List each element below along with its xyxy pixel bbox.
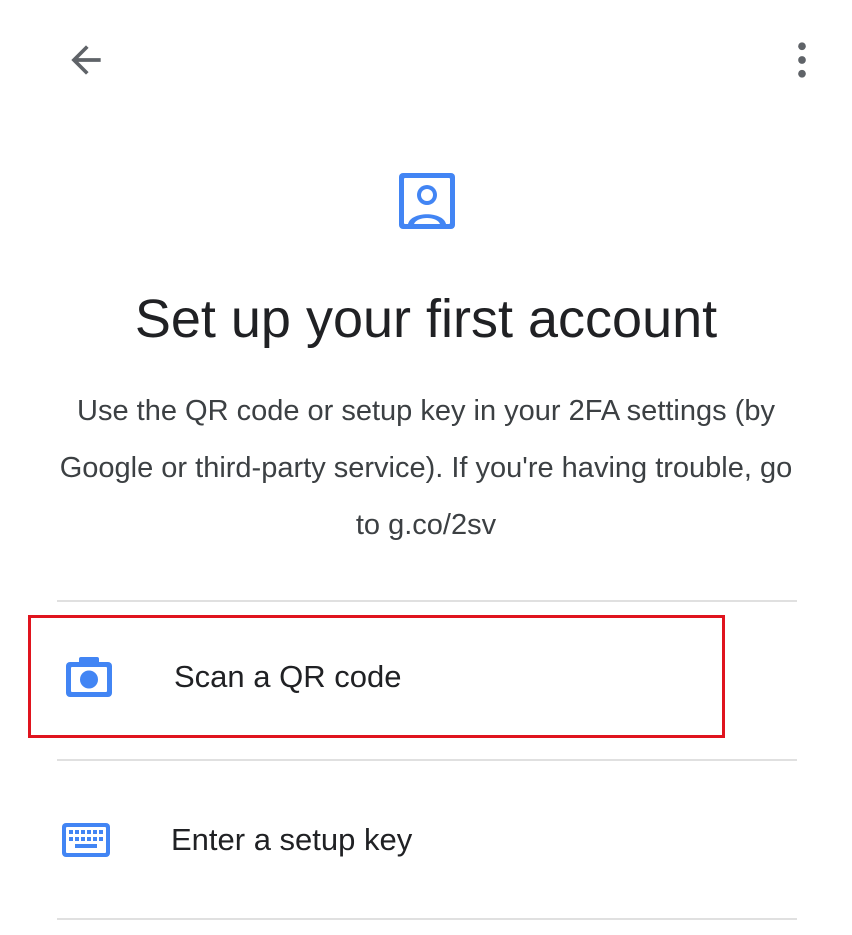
top-app-bar	[0, 0, 852, 120]
instructions-text: Use the QR code or setup key in your 2FA…	[59, 395, 793, 541]
account-box-icon	[399, 173, 455, 229]
divider	[57, 759, 797, 761]
page-title: Set up your first account	[134, 289, 718, 349]
scan-qr-code-label: Scan a QR code	[174, 658, 402, 694]
keyboard-icon	[61, 818, 111, 862]
scan-qr-code-option[interactable]: Scan a QR code	[28, 615, 725, 738]
arrow-back-icon	[71, 45, 101, 75]
more-options-button[interactable]	[772, 30, 832, 90]
enter-setup-key-option[interactable]: Enter a setup key	[28, 778, 725, 901]
divider	[57, 600, 797, 602]
back-button[interactable]	[56, 30, 116, 90]
more-vert-icon	[798, 42, 806, 78]
enter-setup-key-label: Enter a setup key	[171, 821, 413, 857]
camera-icon	[64, 655, 114, 699]
divider	[57, 918, 797, 920]
